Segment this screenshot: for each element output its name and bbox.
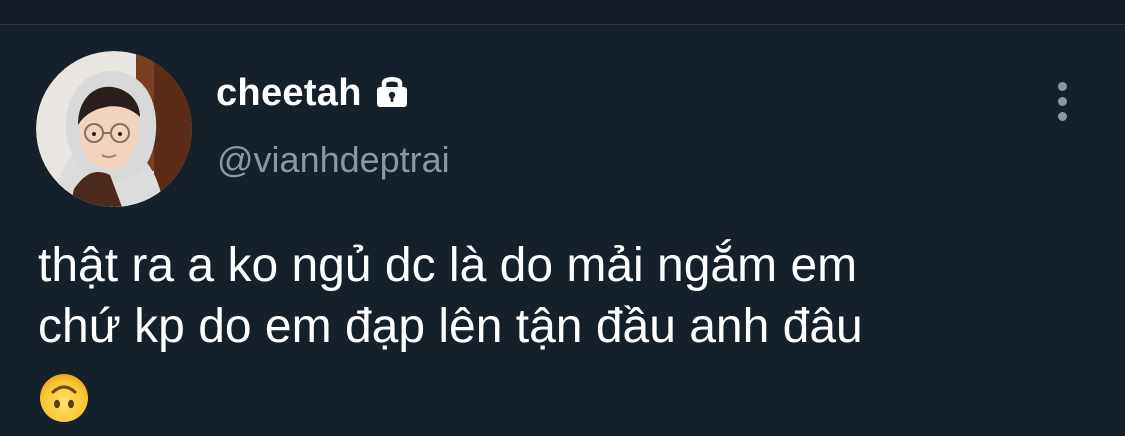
more-options-button[interactable]: [1044, 79, 1080, 123]
top-divider: [0, 0, 1125, 25]
lock-icon: [372, 71, 412, 111]
avatar-image: [36, 51, 192, 207]
tweet-text-line: thật ra a ko ngủ dc là do mải ngắm em: [38, 239, 858, 292]
tweet-text-line: chứ kp do em đạp lên tận đầu anh đâu: [38, 300, 863, 353]
author-name-row: cheetah: [216, 72, 412, 114]
tweet-text: thật ra a ko ngủ dc là do mải ngắm em ch…: [38, 235, 1088, 357]
more-vertical-icon-dot: [1057, 111, 1067, 121]
avatar[interactable]: [36, 51, 192, 207]
author-handle[interactable]: @vianhdeptrai: [217, 139, 450, 181]
more-vertical-icon-dot: [1057, 81, 1067, 91]
display-name[interactable]: cheetah: [216, 72, 362, 114]
upside-down-face-emoji: [39, 373, 89, 423]
more-vertical-icon-dot: [1057, 96, 1067, 106]
tweet[interactable]: cheetah @vianhdeptrai thật ra a ko ngủ d…: [0, 25, 1125, 436]
